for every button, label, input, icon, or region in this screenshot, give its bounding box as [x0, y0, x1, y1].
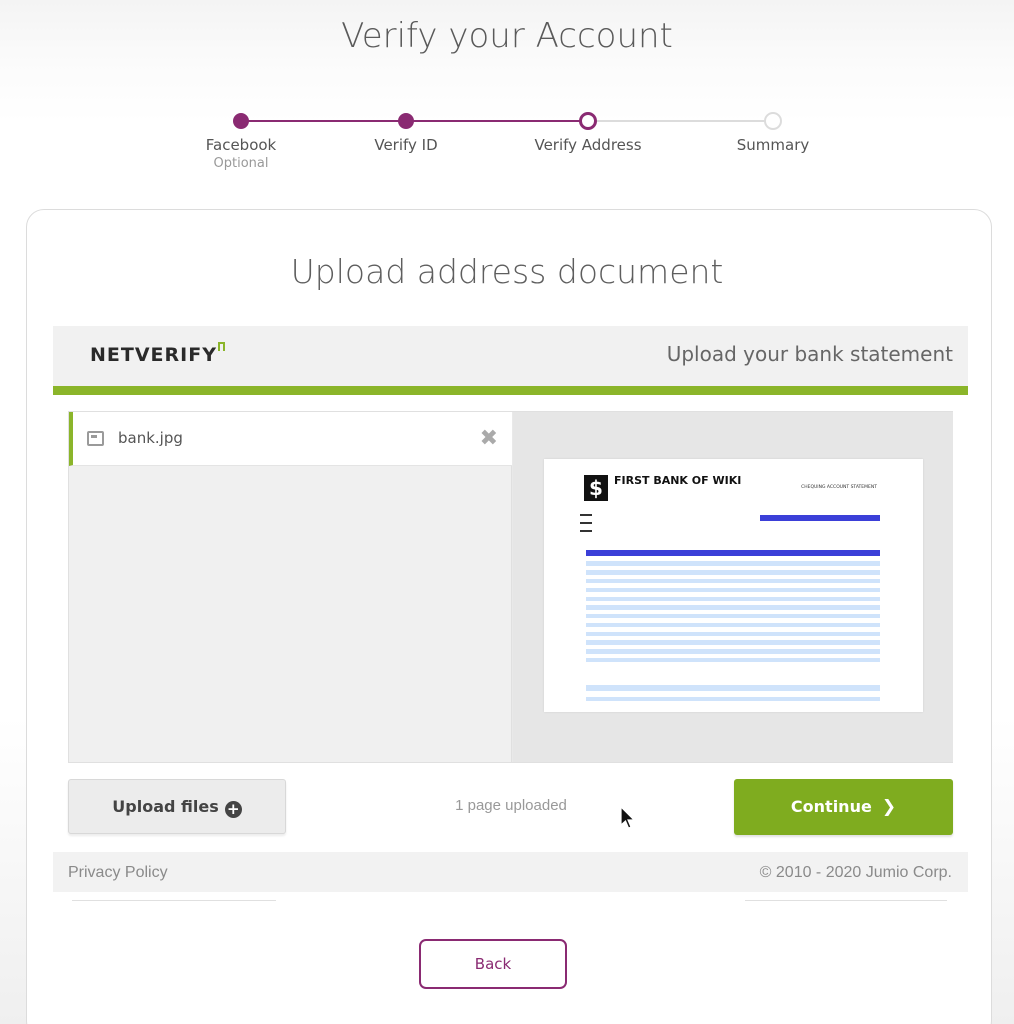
netverify-logo: NETVERIFY: [90, 342, 225, 366]
file-list-item[interactable]: bank.jpg ✖: [69, 412, 512, 466]
doc-marks: [580, 514, 592, 538]
step-verify-id: Verify ID: [326, 136, 486, 154]
card-title: Upload address document: [290, 252, 724, 291]
transactions-rows: [586, 557, 880, 663]
file-name: bank.jpg: [118, 429, 183, 447]
step-summary: Summary: [693, 136, 853, 154]
step-sublabel: Optional: [213, 156, 269, 171]
back-button[interactable]: Back: [419, 939, 567, 989]
progress-stepper: Facebook Optional Verify ID Verify Addre…: [0, 110, 1014, 180]
bank-name: FIRST BANK OF WIKI: [614, 474, 742, 487]
logo-mark-icon: [217, 342, 225, 351]
page-title: Verify your Account: [341, 16, 673, 56]
plus-circle-icon: +: [224, 801, 242, 818]
divider: [72, 894, 276, 901]
upload-files-button[interactable]: Upload files +: [68, 779, 286, 834]
step-dot-verify-id: [398, 113, 414, 129]
continue-button[interactable]: Continue ❯: [734, 779, 953, 835]
step-label: Summary: [736, 136, 810, 154]
image-file-icon: [87, 431, 104, 446]
footer-row: [586, 697, 880, 701]
step-label: Verify Address: [534, 136, 642, 154]
file-list: bank.jpg ✖: [69, 412, 512, 762]
step-facebook: Facebook Optional: [161, 136, 321, 171]
copyright-text: © 2010 - 2020 Jumio Corp.: [759, 864, 952, 881]
document-preview: $ FIRST BANK OF WIKI CHEQUING ACCOUNT ST…: [513, 412, 953, 762]
step-dot-facebook: [233, 113, 249, 129]
step-label: Verify ID: [374, 136, 438, 154]
continue-label: Continue: [790, 797, 872, 816]
privacy-policy-link[interactable]: Privacy Policy: [68, 864, 168, 882]
bank-statement-image: $ FIRST BANK OF WIKI CHEQUING ACCOUNT ST…: [544, 459, 923, 712]
transactions-header: [586, 550, 880, 556]
step-connector: [406, 120, 588, 122]
step-connector: [588, 120, 773, 122]
upload-area: bank.jpg ✖ $ FIRST BANK OF WIKI CHEQUING…: [68, 411, 953, 763]
brand-bar: [53, 386, 968, 395]
step-dot-verify-address: [579, 112, 597, 130]
netverify-header-text: Upload your bank statement: [666, 342, 953, 366]
pages-uploaded-status: 1 page uploaded: [455, 797, 567, 814]
step-connector: [241, 120, 406, 122]
period-header: [760, 515, 880, 521]
statement-type: CHEQUING ACCOUNT STATEMENT: [801, 485, 877, 490]
chevron-right-icon: ❯: [881, 797, 897, 817]
bank-logo-icon: $: [584, 475, 608, 501]
step-verify-address: Verify Address: [508, 136, 668, 154]
totals-row: [586, 685, 880, 691]
divider: [745, 894, 947, 901]
upload-files-label: Upload files: [112, 797, 219, 816]
step-label: Facebook: [205, 136, 277, 154]
netverify-header: NETVERIFY Upload your bank statement: [53, 326, 968, 386]
close-icon[interactable]: ✖: [480, 426, 498, 451]
step-dot-summary: [764, 112, 782, 130]
